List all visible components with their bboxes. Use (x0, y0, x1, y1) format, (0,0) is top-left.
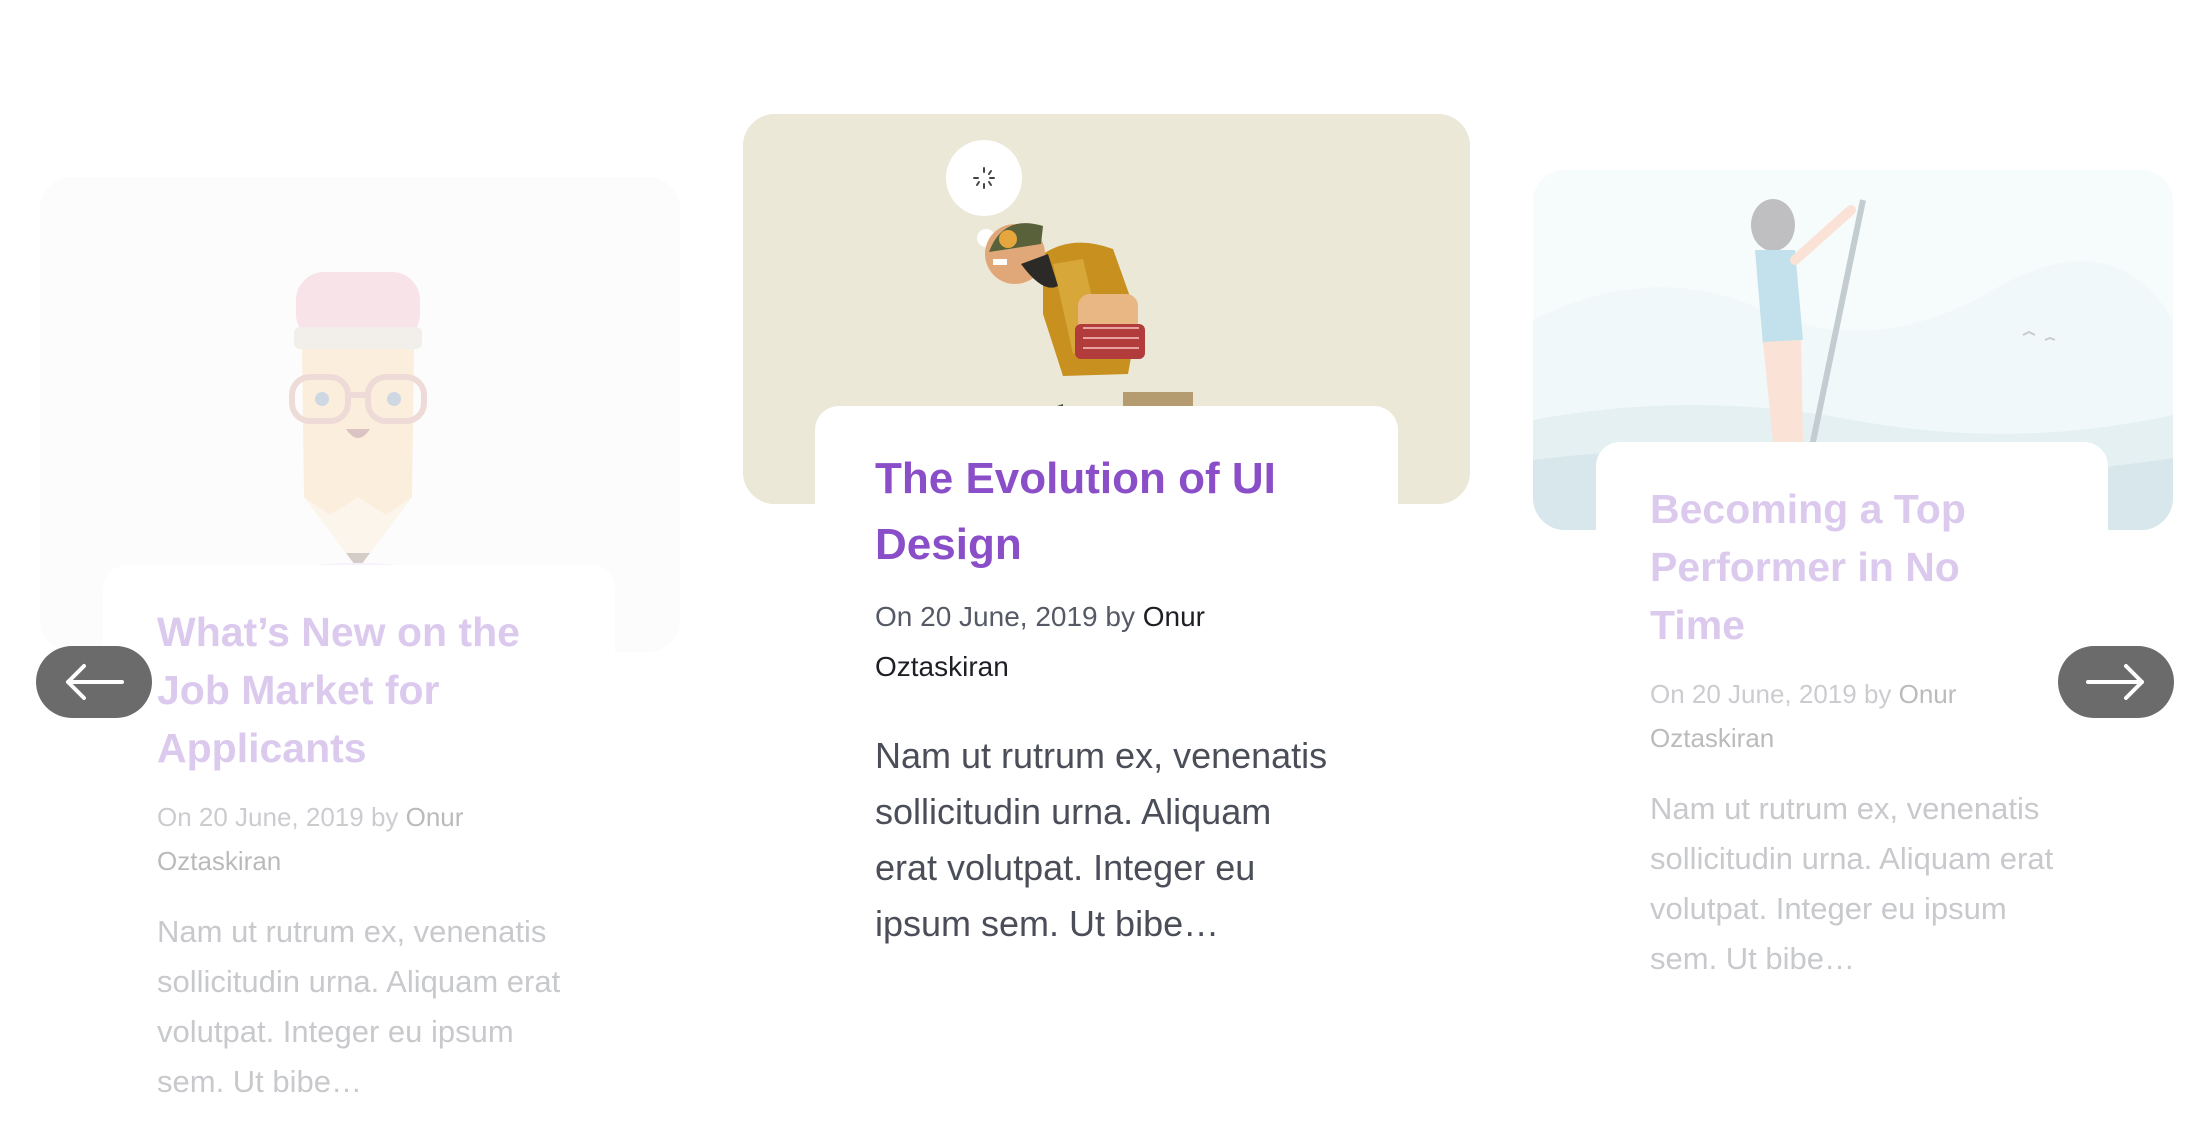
card-content: The Evolution of UI Design On 20 June, 2… (815, 406, 1398, 1006)
card-meta: On 20 June, 2019 by Onur Oztaskiran (157, 795, 561, 883)
card-excerpt: Nam ut rutrum ex, venenatis sollicitudin… (875, 735, 1328, 944)
arrow-right-icon (2086, 664, 2144, 700)
carousel-prev-button[interactable] (36, 646, 152, 718)
blog-card-right[interactable]: Becoming a Top Performer in No Time On 2… (1533, 170, 2173, 1070)
card-excerpt: Nam ut rutrum ex, venenatis sollicitudin… (1650, 791, 2054, 976)
card-content: What’s New on the Job Market for Applica… (103, 565, 615, 1099)
card-date: On 20 June, 2019 by (1650, 679, 1899, 709)
card-excerpt: Nam ut rutrum ex, venenatis sollicitudin… (157, 914, 561, 1099)
blog-card-center[interactable]: The Evolution of UI Design On 20 June, 2… (743, 114, 1470, 1014)
card-title[interactable]: Becoming a Top Performer in No Time (1650, 480, 2054, 654)
card-meta: On 20 June, 2019 by Onur Oztaskiran (1650, 672, 2054, 760)
card-title[interactable]: What’s New on the Job Market for Applica… (157, 603, 561, 777)
card-meta: On 20 June, 2019 by Onur Oztaskiran (875, 592, 1338, 692)
blog-card-left[interactable]: What’s New on the Job Market for Applica… (40, 177, 680, 1099)
card-content: Becoming a Top Performer in No Time On 2… (1596, 442, 2108, 976)
carousel-next-button[interactable] (2058, 646, 2174, 718)
card-title[interactable]: The Evolution of UI Design (875, 446, 1338, 578)
arrow-left-icon (66, 664, 124, 700)
card-date: On 20 June, 2019 by (875, 601, 1143, 632)
card-date: On 20 June, 2019 by (157, 802, 406, 832)
